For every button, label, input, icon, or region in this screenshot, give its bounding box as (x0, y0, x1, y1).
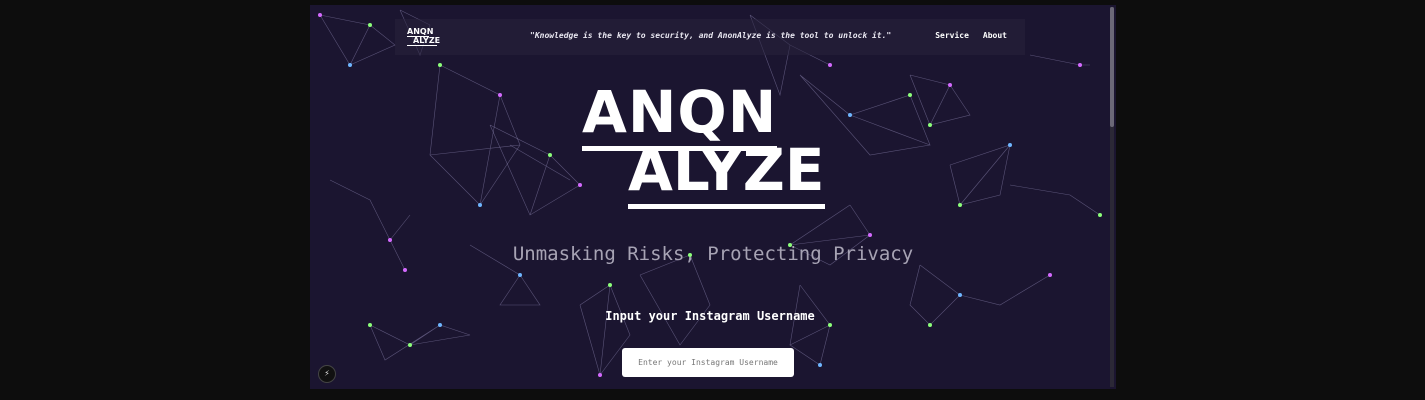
hero-logo: ANQN ALYZE (582, 78, 825, 209)
page-viewport: ANQN ALYZE "Knowledge is the key to secu… (310, 5, 1116, 389)
nav-link-about[interactable]: About (983, 31, 1007, 40)
nav-quote: "Knowledge is the key to security, and A… (530, 31, 892, 40)
hero-logo-line1: ANQN (582, 78, 825, 151)
hero-tagline: Unmasking Risks, Protecting Privacy (512, 243, 914, 265)
page-scrollbar[interactable] (1110, 7, 1114, 387)
lightning-icon[interactable]: ⚡︎ (318, 365, 336, 383)
nav-link-service[interactable]: Service (935, 31, 969, 40)
scrollbar-thumb[interactable] (1110, 7, 1114, 127)
nav-links: Service About (935, 31, 1007, 40)
top-navbar: ANQN ALYZE "Knowledge is the key to secu… (395, 19, 1025, 55)
username-input-label: Input your Instagram Username (605, 309, 815, 323)
instagram-username-input[interactable] (622, 348, 794, 377)
nav-logo[interactable]: ANQN ALYZE (407, 28, 440, 46)
nav-logo-line2: ALYZE (407, 37, 440, 46)
